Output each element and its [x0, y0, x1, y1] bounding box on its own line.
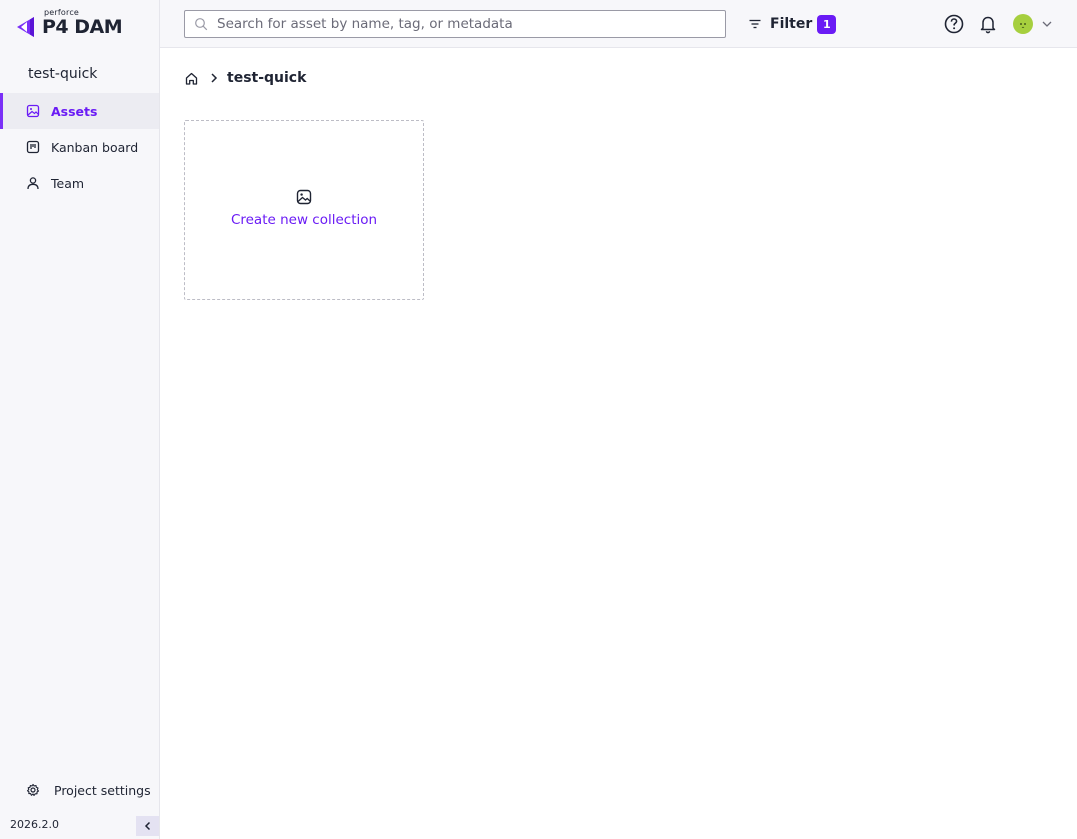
user-avatar[interactable] — [1013, 14, 1033, 34]
create-new-collection-card[interactable]: Create new collection — [184, 120, 424, 300]
sidebar-item-label: Assets — [51, 103, 98, 119]
avatar-face-icon — [1020, 23, 1026, 28]
home-icon[interactable] — [184, 71, 199, 86]
gear-icon — [26, 783, 40, 797]
top-bar: Filter 1 — [160, 0, 1077, 48]
image-icon — [26, 104, 40, 118]
chevron-left-icon — [144, 821, 150, 831]
kanban-icon — [26, 140, 40, 154]
app-logo[interactable]: perforce P4 DAM — [14, 8, 134, 40]
user-icon — [26, 176, 40, 190]
sidebar-item-assets[interactable]: Assets — [0, 93, 159, 129]
breadcrumb: test-quick — [184, 68, 306, 88]
project-name: test-quick — [28, 66, 98, 82]
notifications-bell-icon[interactable] — [979, 14, 997, 34]
sidebar-nav: Assets Kanban board Team — [0, 93, 159, 201]
filter-icon — [748, 17, 762, 31]
logo-product-text: P4 DAM — [42, 16, 123, 38]
project-settings-label: Project settings — [54, 782, 151, 798]
app-version: 2026.2.0 — [10, 818, 59, 831]
sidebar-item-label: Kanban board — [51, 139, 139, 155]
filter-count-badge: 1 — [817, 14, 837, 34]
perforce-logo-icon — [17, 17, 34, 37]
chevron-down-icon[interactable] — [1041, 18, 1053, 30]
breadcrumb-current: test-quick — [227, 70, 307, 86]
create-new-collection-label: Create new collection — [230, 212, 378, 228]
image-icon — [296, 189, 312, 205]
search-box[interactable] — [184, 10, 726, 38]
help-icon[interactable] — [944, 14, 964, 34]
sidebar-item-label: Team — [51, 175, 85, 191]
filter-button[interactable]: Filter 1 — [748, 12, 837, 36]
filter-label: Filter — [770, 16, 813, 32]
search-input[interactable] — [185, 11, 725, 37]
sidebar-item-kanban-board[interactable]: Kanban board — [0, 129, 159, 165]
collapse-sidebar-button[interactable] — [136, 816, 159, 836]
search-icon — [195, 18, 208, 31]
chevron-right-icon — [208, 72, 220, 84]
sidebar-item-team[interactable]: Team — [0, 165, 159, 201]
project-settings-link[interactable]: Project settings — [26, 779, 151, 801]
sidebar: perforce P4 DAM test-quick Assets Kanban… — [0, 0, 160, 839]
